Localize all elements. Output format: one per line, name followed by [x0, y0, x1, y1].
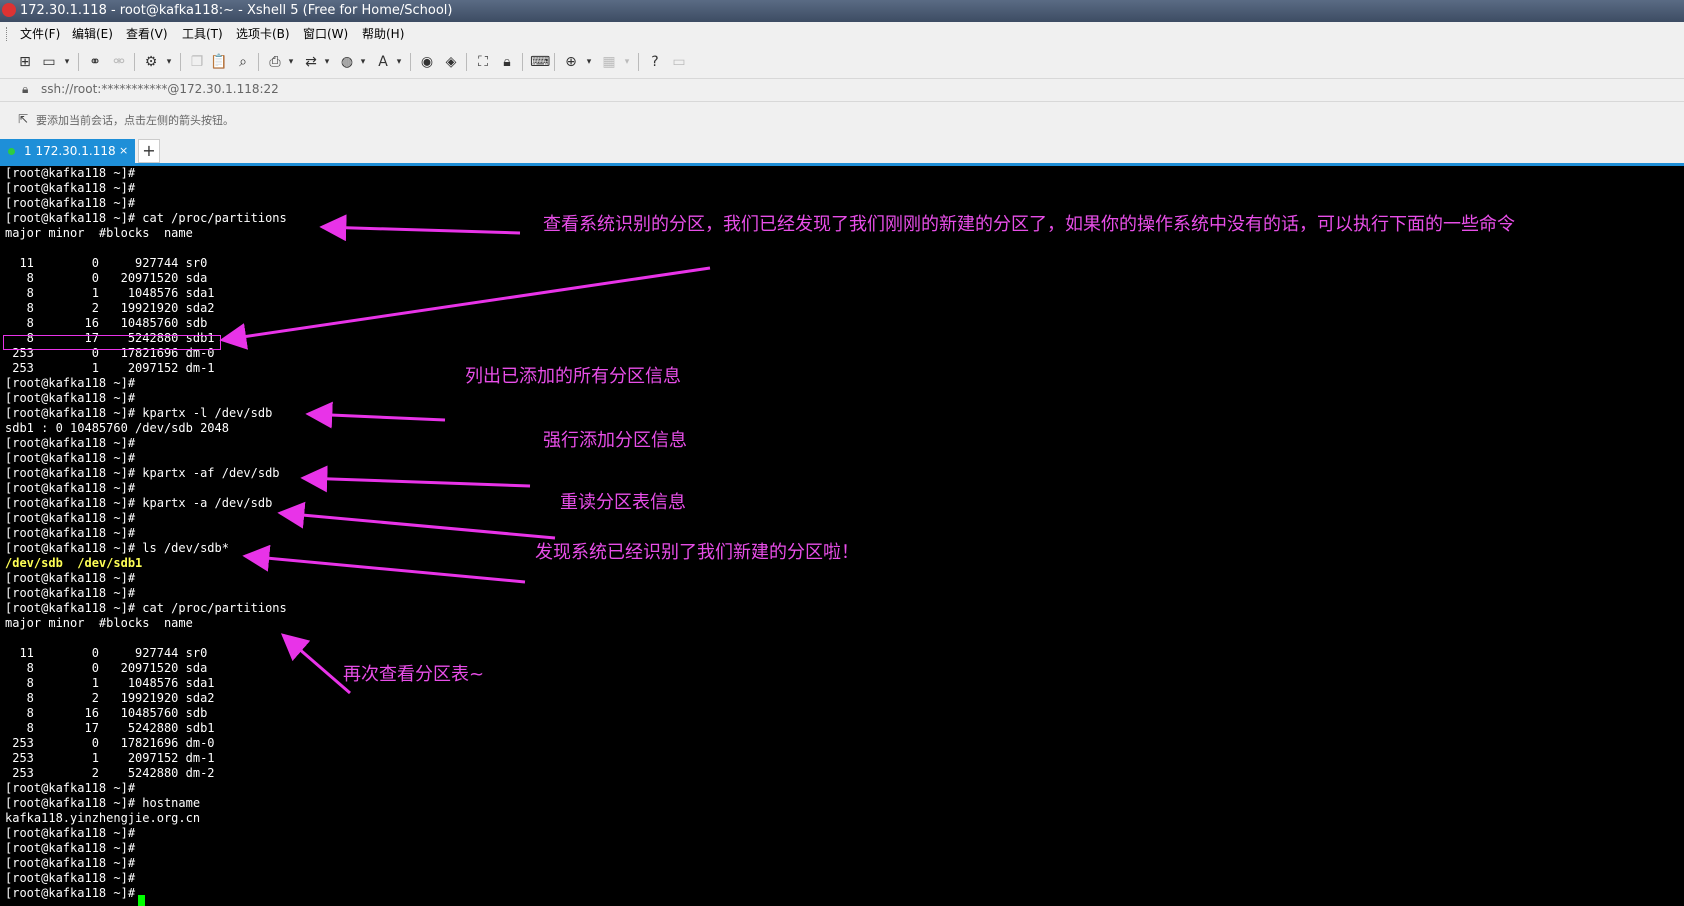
menu-bar: 文件(F) 编辑(E) 查看(V) 工具(T) 选项卡(B) 窗口(W) 帮助(…	[0, 22, 1684, 46]
font-dropdown-icon[interactable]: ▾	[390, 53, 408, 71]
properties-icon[interactable]: ⚙	[142, 53, 160, 71]
session-hint-bar: ⇱ 要添加当前会话，点击左侧的箭头按钮。	[0, 101, 1684, 136]
menu-tabs[interactable]: 选项卡(B)	[236, 22, 290, 46]
new-tab-icon[interactable]: ⊕	[562, 53, 580, 71]
annotation-ls: 发现系统已经识别了我们新建的分区啦！	[535, 542, 859, 563]
toolbar-separator	[180, 53, 181, 71]
window-title: 172.30.1.118 - root@kafka118:~ - Xshell …	[20, 3, 453, 18]
transfer-dropdown-icon[interactable]: ▾	[318, 53, 336, 71]
address-bar: 🔒︎ ssh://root:***********@172.30.1.118:2…	[0, 78, 1684, 101]
xftp-icon[interactable]: ◉	[418, 53, 436, 71]
session-hint-text: 要添加当前会话，点击左侧的箭头按钮。	[36, 114, 234, 127]
connected-status-icon	[8, 148, 15, 155]
arrow-to-kpartx-l	[305, 401, 446, 429]
lock-icon[interactable]: 🔒︎	[498, 53, 516, 71]
xagent-icon[interactable]: ◈	[442, 53, 460, 71]
arrow-to-kpartx-a	[277, 501, 556, 540]
help-icon[interactable]: ?	[646, 53, 664, 71]
add-session-arrow-icon[interactable]: ⇱	[18, 112, 28, 126]
session-address[interactable]: ssh://root:***********@172.30.1.118:22	[41, 82, 279, 96]
menu-view[interactable]: 查看(V)	[126, 22, 168, 46]
menubar-grip	[6, 27, 9, 41]
globe-dropdown-icon[interactable]: ▾	[354, 53, 372, 71]
annotation-arrows	[219, 214, 711, 695]
toolbar: ⊞ ▭ ▾ ⚭ ⚮ ⚙ ▾ ❐ 📋 ⌕ ⎙ ▾ ⇄ ▾ ◍ ▾ A ▾ ◉ ◈ …	[0, 46, 1684, 78]
arrow-to-partitions-cmd	[319, 214, 521, 242]
keyboard-icon[interactable]: ⌨	[530, 53, 550, 71]
chat-icon[interactable]: ▭	[670, 53, 688, 71]
tile-icon[interactable]: ▦	[600, 53, 618, 71]
toolbar-separator	[466, 53, 467, 71]
open-dropdown-icon[interactable]: ▾	[58, 53, 76, 71]
address-lock-icon: 🔒︎	[22, 82, 29, 96]
toolbar-separator	[522, 53, 523, 71]
toolbar-separator	[258, 53, 259, 71]
toolbar-separator	[554, 53, 555, 71]
disconnect-icon[interactable]: ⚮	[110, 53, 128, 71]
menu-window[interactable]: 窗口(W)	[303, 22, 348, 46]
fullscreen-icon[interactable]: ⛶	[474, 53, 492, 71]
menu-tools[interactable]: 工具(T)	[182, 22, 223, 46]
toolbar-separator	[78, 53, 79, 71]
annotation-kpartx-a: 重读分区表信息	[560, 492, 686, 513]
arrow-to-second-partitions	[280, 633, 351, 695]
terminal-area[interactable]: [root@kafka118 ~]# [root@kafka118 ~]# [r…	[0, 166, 1684, 906]
toolbar-separator	[410, 53, 411, 71]
tab-session-1[interactable]: 1 172.30.1.118 ×	[0, 139, 135, 163]
arrow-to-sdb1-row	[219, 266, 711, 350]
connect-icon[interactable]: ⚭	[86, 53, 104, 71]
tile-dropdown-icon[interactable]: ▾	[618, 53, 636, 71]
find-icon[interactable]: ⌕	[234, 53, 252, 71]
open-folder-icon[interactable]: ▭	[40, 53, 58, 71]
tab-close-icon[interactable]: ×	[119, 139, 128, 163]
add-tab-button[interactable]: +	[138, 139, 160, 163]
tab-label: 1 172.30.1.118	[24, 144, 116, 158]
xshell-app-icon	[2, 3, 16, 17]
copy-icon[interactable]: ❐	[188, 53, 206, 71]
annotation-kpartx-af: 强行添加分区信息	[543, 430, 687, 451]
toolbar-separator	[638, 53, 639, 71]
annotation-recheck: 再次查看分区表~	[343, 664, 485, 685]
menu-file[interactable]: 文件(F)	[20, 22, 60, 46]
tab-bar: 1 172.30.1.118 × +	[0, 136, 1684, 163]
menu-edit[interactable]: 编辑(E)	[72, 22, 113, 46]
new-session-icon[interactable]: ⊞	[16, 53, 34, 71]
annotation-partitions: 查看系统识别的分区，我们已经发现了我们刚刚的新建的分区了，如果你的操作系统中没有…	[543, 214, 1515, 235]
paste-icon[interactable]: 📋	[210, 53, 228, 71]
menu-help[interactable]: 帮助(H)	[362, 22, 404, 46]
new-tab-dropdown-icon[interactable]: ▾	[580, 53, 598, 71]
title-bar: 172.30.1.118 - root@kafka118:~ - Xshell …	[0, 0, 1684, 22]
arrow-to-kpartx-af	[300, 465, 531, 493]
annotation-kpartx-l: 列出已添加的所有分区信息	[465, 366, 681, 387]
toolbar-separator	[134, 53, 135, 71]
properties-dropdown-icon[interactable]: ▾	[160, 53, 178, 71]
print-dropdown-icon[interactable]: ▾	[282, 53, 300, 71]
arrow-to-ls-cmd	[242, 544, 526, 584]
